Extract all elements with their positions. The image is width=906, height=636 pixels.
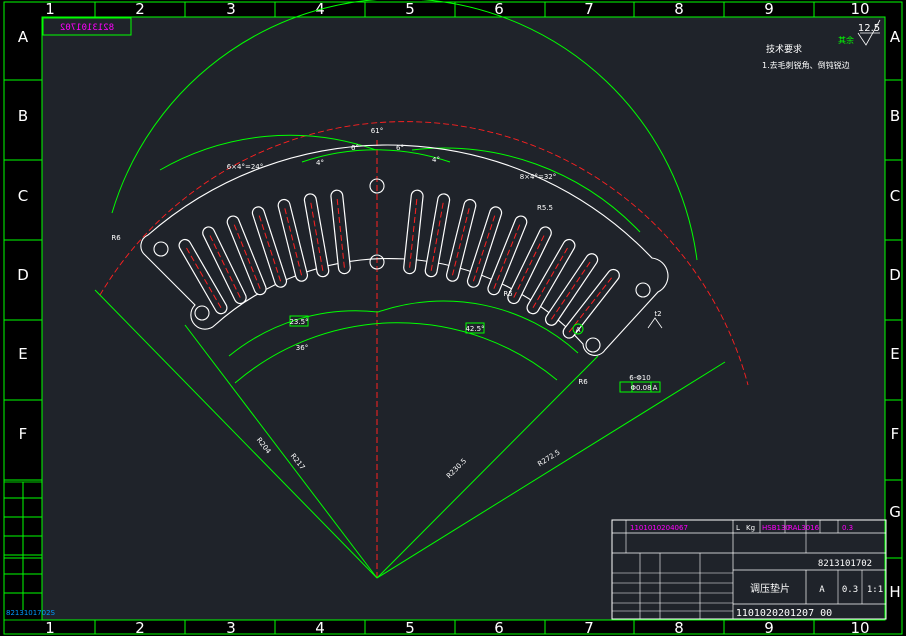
col-label-top-2: 2 (135, 0, 145, 18)
corner-code: 8213101702 (60, 23, 114, 33)
col-label-bot-5: 5 (405, 619, 415, 636)
dim-hole-callout: 6-Φ10 (629, 374, 650, 382)
col-label-top-3: 3 (226, 0, 236, 18)
dim-pitch-right: 4° (432, 156, 440, 164)
row-label-right-B: B (890, 107, 900, 125)
thickness-label: t2 (654, 310, 661, 318)
row-label-left-C: C (18, 187, 28, 205)
tolerance-value: Φ0.08 (630, 384, 651, 392)
tb-mat-code: RAL3016 (788, 524, 820, 532)
row-label-left-A: A (18, 28, 29, 46)
cad-drawing: 1 2 3 4 5 6 7 8 9 10 1 2 3 4 5 6 7 8 9 1… (0, 0, 906, 636)
dim-total-angle: 61° (371, 127, 383, 135)
row-label-right-E: E (890, 345, 899, 363)
col-label-top-10: 10 (850, 0, 869, 18)
tb-scale-label: A (819, 585, 825, 595)
col-label-bot-8: 8 (674, 619, 684, 636)
surface-finish-value: 12.5 (858, 23, 880, 34)
dim-r-right: R6 (578, 378, 588, 386)
tb-weight: 0.3 (842, 585, 858, 595)
tb-kg: Kg (746, 524, 755, 532)
dim-r-slot-inner: R5 (503, 290, 512, 298)
col-label-bot-4: 4 (315, 619, 325, 636)
dim-r-slot: R5.5 (537, 204, 553, 212)
tb-scale: 1:1 (867, 585, 883, 595)
dim-right-pattern: 8×4°=32° (520, 173, 557, 181)
col-label-top-9: 9 (764, 0, 774, 18)
tech-line-1: 1.去毛刺锐角、倒钝锐边 (762, 60, 850, 70)
datum-label: A (576, 326, 581, 334)
dim-angle-bottom: 36° (296, 344, 308, 352)
row-label-right-A: A (890, 28, 901, 46)
dim-r-left: R6 (111, 234, 121, 242)
dim-angle-left: 23.5° (289, 318, 308, 326)
col-label-top-7: 7 (584, 0, 594, 18)
col-label-bot-2: 2 (135, 619, 145, 636)
row-label-right-F: F (891, 425, 900, 443)
left-strip-code: 8213101702S (6, 609, 56, 617)
col-label-bot-6: 6 (494, 619, 504, 636)
tb-material-row: 1101010204067 (630, 524, 688, 532)
tb-part-name: 调压垫片 (750, 582, 790, 595)
row-label-left-D: D (17, 266, 29, 284)
row-label-left-F: F (19, 425, 28, 443)
tb-qty: L (736, 524, 740, 532)
col-label-top-8: 8 (674, 0, 684, 18)
tb-code-bottom: 1101020201207 00 (736, 608, 832, 619)
col-label-bot-3: 3 (226, 619, 236, 636)
row-label-right-C: C (890, 187, 900, 205)
row-label-right-D: D (889, 266, 901, 284)
dim-pitch-left: 4° (316, 159, 324, 167)
surface-finish-note: 其余 (838, 35, 854, 45)
tech-title: 技术要求 (766, 43, 802, 55)
dim-angle-right: 42.5° (465, 325, 484, 333)
tb-drawing-no: 8213101702 (818, 559, 872, 569)
tb-material: HSB130 (762, 524, 790, 532)
col-label-bot-7: 7 (584, 619, 594, 636)
row-label-right-G: G (889, 503, 901, 521)
dim-half-left: 6° (351, 144, 359, 152)
dim-left-pattern: 6×4°=24° (227, 163, 264, 171)
tolerance-datum: A (653, 384, 658, 392)
row-label-left-E: E (18, 345, 27, 363)
col-label-top-5: 5 (405, 0, 415, 18)
col-label-bot-9: 9 (764, 619, 774, 636)
tb-thickness: 0.3 (842, 524, 853, 532)
col-label-top-1: 1 (45, 0, 55, 18)
row-label-left-B: B (18, 107, 28, 125)
col-label-bot-1: 1 (45, 619, 55, 636)
row-label-right-H: H (889, 583, 900, 601)
dim-half-right: 6° (396, 144, 404, 152)
col-label-bot-10: 10 (850, 619, 869, 636)
